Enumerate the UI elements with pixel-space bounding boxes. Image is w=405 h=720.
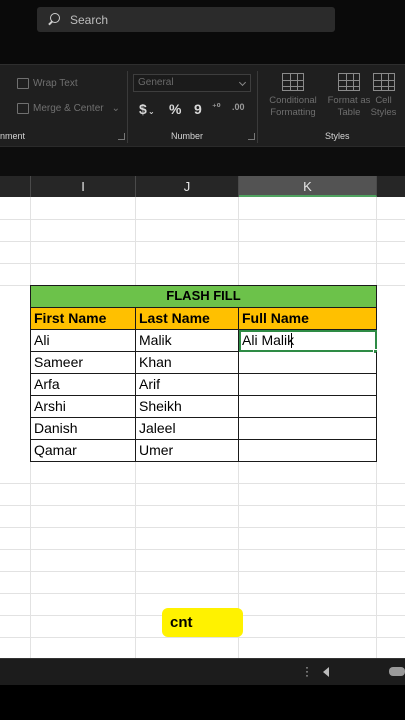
comma-style-button[interactable]: 9 bbox=[194, 101, 202, 117]
cell-first-name[interactable]: Qamar bbox=[30, 440, 136, 462]
header-first-name[interactable]: First Name bbox=[30, 308, 136, 330]
merge-center-button[interactable]: Merge & Center ⌄ bbox=[17, 103, 120, 114]
ribbon: Wrap Text Merge & Center ⌄ nment General… bbox=[0, 64, 405, 146]
text-cursor bbox=[291, 333, 293, 348]
alignment-group-label: nment bbox=[0, 131, 26, 141]
cell-full-name[interactable] bbox=[239, 440, 377, 462]
merge-center-label: Merge & Center bbox=[33, 103, 104, 114]
table-title[interactable]: FLASH FILL bbox=[30, 285, 377, 308]
wrap-text-label: Wrap Text bbox=[33, 78, 78, 89]
gridline bbox=[0, 241, 405, 242]
formula-bar[interactable] bbox=[0, 146, 405, 176]
cell-last-name[interactable]: Khan bbox=[136, 352, 239, 374]
search-placeholder: Search bbox=[70, 12, 109, 27]
increase-decimal-icon[interactable]: ⁺⁰ bbox=[212, 102, 221, 113]
gridline bbox=[0, 593, 405, 594]
cell-styles-label-2: Styles bbox=[370, 107, 397, 118]
worksheet-grid[interactable]: FLASH FILL First Name Last Name Full Nam… bbox=[0, 197, 405, 658]
wrap-text-icon bbox=[17, 78, 29, 89]
cell-styles-label-1: Cell bbox=[375, 95, 392, 106]
status-bar bbox=[0, 685, 405, 720]
chevron-down-icon bbox=[238, 78, 247, 87]
ribbon-tabs-band bbox=[0, 40, 405, 64]
cell-first-name[interactable]: Arfa bbox=[30, 374, 136, 396]
currency-button[interactable]: $ bbox=[139, 101, 147, 117]
conditional-formatting-button[interactable]: Conditional Formatting bbox=[263, 73, 323, 119]
number-format-value: General bbox=[138, 77, 174, 88]
cell-styles-button[interactable]: Cell Styles bbox=[362, 73, 405, 119]
cell-full-name[interactable] bbox=[239, 352, 377, 374]
gridline bbox=[0, 571, 405, 572]
cell-last-name[interactable]: Sheikh bbox=[136, 396, 239, 418]
number-launcher-icon[interactable] bbox=[248, 133, 255, 140]
cell-styles-icon bbox=[372, 73, 395, 91]
conditional-formatting-label-1: Conditional bbox=[269, 95, 317, 106]
search-icon bbox=[47, 12, 61, 27]
chevron-down-icon: ⌄ bbox=[111, 103, 120, 114]
search-box[interactable]: Search bbox=[37, 7, 335, 32]
conditional-formatting-icon bbox=[282, 73, 304, 91]
more-options-icon[interactable]: · · · bbox=[305, 661, 309, 681]
sheet-tab-bar: · · · bbox=[0, 658, 405, 685]
merge-center-icon bbox=[17, 103, 29, 114]
chevron-down-icon[interactable]: ⌄ bbox=[148, 107, 155, 116]
gridline bbox=[0, 637, 405, 638]
decrease-decimal-icon[interactable]: .00 bbox=[232, 102, 245, 112]
column-header-j[interactable]: J bbox=[136, 176, 239, 197]
cell-last-name[interactable]: Arif bbox=[136, 374, 239, 396]
cell-first-name[interactable]: Sameer bbox=[30, 352, 136, 374]
cell-last-name[interactable]: Jaleel bbox=[136, 418, 239, 440]
group-separator bbox=[257, 71, 258, 143]
gridline bbox=[0, 505, 405, 506]
cell-full-name[interactable] bbox=[239, 396, 377, 418]
cell-full-name[interactable] bbox=[239, 418, 377, 440]
cell-full-name[interactable] bbox=[239, 374, 377, 396]
cell-last-name[interactable]: Malik bbox=[136, 330, 239, 352]
header-last-name[interactable]: Last Name bbox=[136, 308, 239, 330]
keystroke-badge: cnt bbox=[162, 608, 243, 637]
gridline bbox=[0, 483, 405, 484]
conditional-formatting-label-2: Formatting bbox=[270, 107, 316, 118]
number-format-select[interactable]: General bbox=[133, 74, 251, 92]
column-header-partial[interactable] bbox=[0, 176, 31, 197]
active-cell-full-name[interactable]: Ali Malik bbox=[239, 330, 377, 352]
title-bar: Search bbox=[0, 0, 405, 40]
gridline bbox=[0, 219, 405, 220]
alignment-launcher-icon[interactable] bbox=[118, 133, 125, 140]
styles-group-label: Styles bbox=[325, 131, 350, 141]
scroll-left-icon[interactable] bbox=[323, 667, 329, 677]
gridline bbox=[0, 527, 405, 528]
cell-first-name[interactable]: Danish bbox=[30, 418, 136, 440]
cell-first-name[interactable]: Ali bbox=[30, 330, 136, 352]
scrollbar-thumb[interactable] bbox=[389, 667, 405, 676]
column-header-i[interactable]: I bbox=[31, 176, 136, 197]
gridline bbox=[0, 549, 405, 550]
column-header-k[interactable]: K bbox=[239, 176, 377, 197]
cell-first-name[interactable]: Arshi bbox=[30, 396, 136, 418]
cell-last-name[interactable]: Umer bbox=[136, 440, 239, 462]
group-separator bbox=[127, 71, 128, 143]
percent-button[interactable]: % bbox=[169, 101, 181, 117]
format-as-table-icon bbox=[338, 73, 360, 91]
column-headers: I J K bbox=[0, 176, 405, 197]
gridline bbox=[0, 263, 405, 264]
number-group-label: Number bbox=[171, 131, 204, 141]
wrap-text-button[interactable]: Wrap Text bbox=[17, 78, 78, 89]
header-full-name[interactable]: Full Name bbox=[239, 308, 377, 330]
horizontal-scrollbar[interactable] bbox=[336, 667, 405, 676]
cell-edit-text: Ali Malik bbox=[242, 332, 295, 348]
